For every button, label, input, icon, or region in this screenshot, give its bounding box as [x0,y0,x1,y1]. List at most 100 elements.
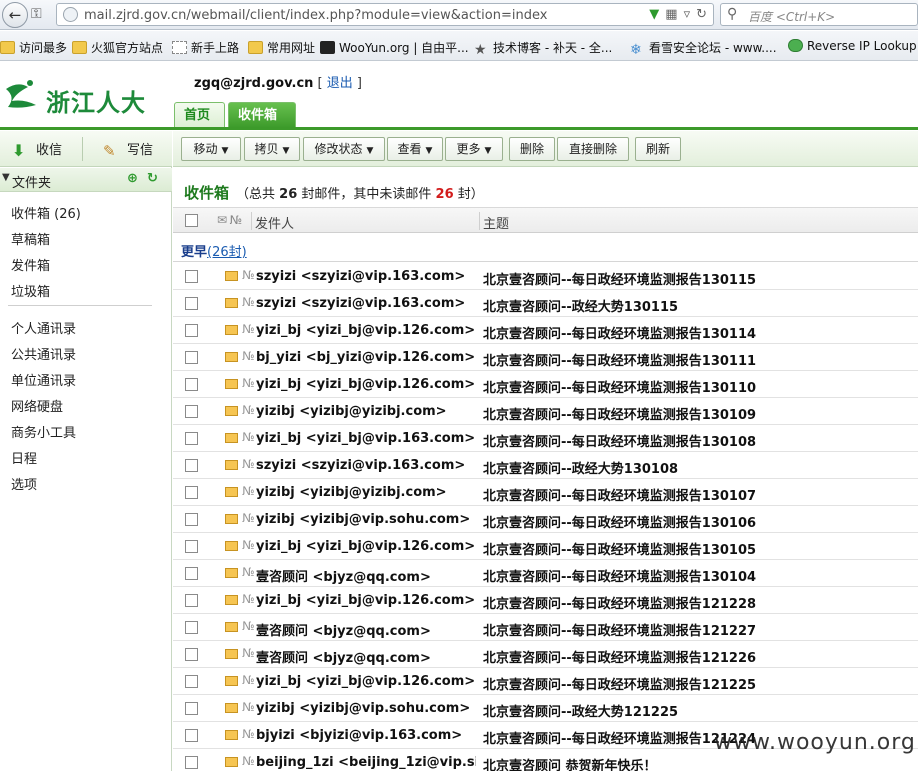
sidebar-item-business-tools[interactable]: 商务小工具 [11,422,76,441]
sidebar-item-netdisk[interactable]: 网络硬盘 [11,396,63,415]
mail-row[interactable]: № yizi_bj <yizi_bj@vip.126.com> 北京壹咨顾问--每日… [173,533,918,560]
mail-subject[interactable]: 北京壹咨顾问--每日政经环境监测报告130114 [483,323,756,342]
mail-subject[interactable]: 北京壹咨顾问--每日政经环境监测报告130108 [483,431,756,450]
mail-row[interactable]: № yizi_bj <yizi_bj@vip.126.com> 北京壹咨顾问--每日… [173,371,918,398]
sidebar-item-calendar[interactable]: 日程 [11,448,37,467]
change-status-button[interactable]: 修改状态 ▼ [303,137,385,161]
mail-sender[interactable]: 壹咨顾问 <bjyz@qq.com> [256,566,476,585]
bookmark-item[interactable]: Reverse IP Lookup [788,39,917,53]
receive-button[interactable]: ⬇ 收信 [12,139,62,160]
row-checkbox[interactable] [185,540,198,553]
row-checkbox[interactable] [185,702,198,715]
mail-sender[interactable]: yizibj <yizibj@vip.sohu.com> [256,701,476,716]
mail-subject[interactable]: 北京壹咨顾问--每日政经环境监测报告130105 [483,539,756,558]
reload-icon[interactable]: ↻ [696,7,707,22]
sidebar-item-drafts[interactable]: 草稿箱 [11,229,50,248]
mail-subject[interactable]: 北京壹咨顾问--政经大势130115 [483,296,678,315]
mail-row[interactable]: № yizibj <yizibj@yizibj.com> 北京壹咨顾问--每日政经环… [173,398,918,425]
sidebar-item-personal-contacts[interactable]: 个人通讯录 [11,318,76,337]
search-input[interactable]: ⚲ 百度 <Ctrl+K> [720,3,918,26]
sidebar-item-trash[interactable]: 垃圾箱 [11,281,50,300]
mail-subject[interactable]: 北京壹咨顾问--政经大势130108 [483,458,678,477]
mail-sender[interactable]: yizi_bj <yizi_bj@vip.126.com> [256,674,476,689]
sender-column-header[interactable]: 发件人 [255,213,294,232]
mail-subject[interactable]: 北京壹咨顾问--每日政经环境监测报告130111 [483,350,756,369]
row-checkbox[interactable] [185,567,198,580]
mail-sender[interactable]: szyizi <szyizi@vip.163.com> [256,458,476,473]
row-checkbox[interactable] [185,324,198,337]
back-arrow-icon[interactable]: ← [2,2,28,28]
mail-sender[interactable]: yizi_bj <yizi_bj@vip.163.com> [256,431,476,446]
url-field[interactable]: mail.zjrd.gov.cn/webmail/client/index.ph… [56,3,714,26]
url-text[interactable]: mail.zjrd.gov.cn/webmail/client/index.ph… [84,8,547,23]
folder-section-header[interactable]: ▼ 文件夹 ⊕ ↻ [0,168,172,192]
sidebar-item-sent[interactable]: 发件箱 [11,255,50,274]
row-checkbox[interactable] [185,621,198,634]
mail-sender[interactable]: yizibj <yizibj@vip.sohu.com> [256,512,476,527]
group-count-link[interactable]: (26封) [207,245,247,260]
delete-button[interactable]: 删除 [509,137,555,161]
row-checkbox[interactable] [185,648,198,661]
mail-subject[interactable]: 北京壹咨顾问--每日政经环境监测报告121225 [483,674,756,693]
mail-row[interactable]: № yizi_bj <yizi_bj@vip.163.com> 北京壹咨顾问--每日… [173,425,918,452]
mail-subject[interactable]: 北京壹咨顾问--每日政经环境监测报告130107 [483,485,756,504]
mail-row[interactable]: № yizi_bj <yizi_bj@vip.126.com> 北京壹咨顾问--每日… [173,668,918,695]
mail-subject[interactable]: 北京壹咨顾问 恭贺新年快乐！ [483,755,657,771]
mail-sender[interactable]: yizi_bj <yizi_bj@vip.126.com> [256,539,476,554]
row-checkbox[interactable] [185,756,198,769]
row-checkbox[interactable] [185,513,198,526]
select-all-checkbox[interactable] [185,214,198,227]
mail-row[interactable]: № 壹咨顾问 <bjyz@qq.com> 北京壹咨顾问--每日政经环境监测报告121… [173,641,918,668]
sidebar-item-public-contacts[interactable]: 公共通讯录 [11,344,76,363]
row-checkbox[interactable] [185,405,198,418]
key-icon[interactable]: ⚿ [31,6,42,22]
mail-sender[interactable]: yizibj <yizibj@yizibj.com> [256,485,476,500]
mail-subject[interactable]: 北京壹咨顾问--每日政经环境监测报告130110 [483,377,756,396]
collapse-arrow-icon[interactable]: ▼ [2,172,10,183]
mail-row[interactable]: № bj_yizi <bj_yizi@vip.126.com> 北京壹咨顾问--每日… [173,344,918,371]
row-checkbox[interactable] [185,675,198,688]
mail-subject[interactable]: 北京壹咨顾问--每日政经环境监测报告130109 [483,404,756,423]
mail-subject[interactable]: 北京壹咨顾问--政经大势121225 [483,701,678,720]
more-button[interactable]: 更多 ▼ [445,137,503,161]
row-checkbox[interactable] [185,297,198,310]
mail-subject[interactable]: 北京壹咨顾问--每日政经环境监测报告121227 [483,620,756,639]
mail-sender[interactable]: beijing_1zi <beijing_1zi@vip.sin [256,755,476,770]
add-folder-icon[interactable]: ⊕ [127,171,138,186]
row-checkbox[interactable] [185,459,198,472]
tab-inbox[interactable]: 收件箱 [228,102,296,128]
row-checkbox[interactable] [185,351,198,364]
refresh-button[interactable]: 刷新 [635,137,681,161]
row-checkbox[interactable] [185,432,198,445]
mail-subject[interactable]: 北京壹咨顾问--每日政经环境监测报告130115 [483,269,756,288]
sidebar-item-inbox[interactable]: 收件箱 (26) [11,203,81,222]
bookmark-item[interactable]: 访问最多 [0,39,67,56]
sidebar-item-options[interactable]: 选项 [11,474,37,493]
mail-sender[interactable]: bjyizi <bjyizi@vip.163.com> [256,728,476,743]
mail-row[interactable]: № yizibj <yizibj@yizibj.com> 北京壹咨顾问--每日政经环… [173,479,918,506]
mail-sender[interactable]: yizi_bj <yizi_bj@vip.126.com> [256,593,476,608]
row-checkbox[interactable] [185,729,198,742]
row-checkbox[interactable] [185,378,198,391]
mail-row[interactable]: № yizibj <yizibj@vip.sohu.com> 北京壹咨顾问--每日政… [173,506,918,533]
mail-subject[interactable]: 北京壹咨顾问--每日政经环境监测报告130104 [483,566,756,585]
bookmark-item[interactable]: WooYun.org | 自由平... [320,39,469,56]
row-checkbox[interactable] [185,594,198,607]
qr-icon[interactable]: ▦ [665,7,677,22]
compose-button[interactable]: ✎ 写信 [103,139,153,160]
tab-home[interactable]: 首页 [174,102,225,128]
bookmark-item[interactable]: 新手上路 [172,39,239,56]
mail-sender[interactable]: 壹咨顾问 <bjyz@qq.com> [256,620,476,639]
mail-row[interactable]: № 壹咨顾问 <bjyz@qq.com> 北京壹咨顾问--每日政经环境监测报告121… [173,614,918,641]
dropdown-arrow-icon[interactable]: ▿ [684,7,691,22]
subject-column-header[interactable]: 主题 [483,213,509,232]
mail-row[interactable]: № yizi_bj <yizi_bj@vip.126.com> 北京壹咨顾问--每日… [173,317,918,344]
bookmark-item[interactable]: 常用网址 [248,39,315,56]
row-checkbox[interactable] [185,270,198,283]
date-group-label[interactable]: 更早(26封) [181,241,247,260]
mail-row[interactable]: № szyizi <szyizi@vip.163.com> 北京壹咨顾问--政经大势… [173,452,918,479]
mail-sender[interactable]: szyizi <szyizi@vip.163.com> [256,296,476,311]
row-checkbox[interactable] [185,486,198,499]
mail-sender[interactable]: yizibj <yizibj@yizibj.com> [256,404,476,419]
mail-sender[interactable]: yizi_bj <yizi_bj@vip.126.com> [256,323,476,338]
